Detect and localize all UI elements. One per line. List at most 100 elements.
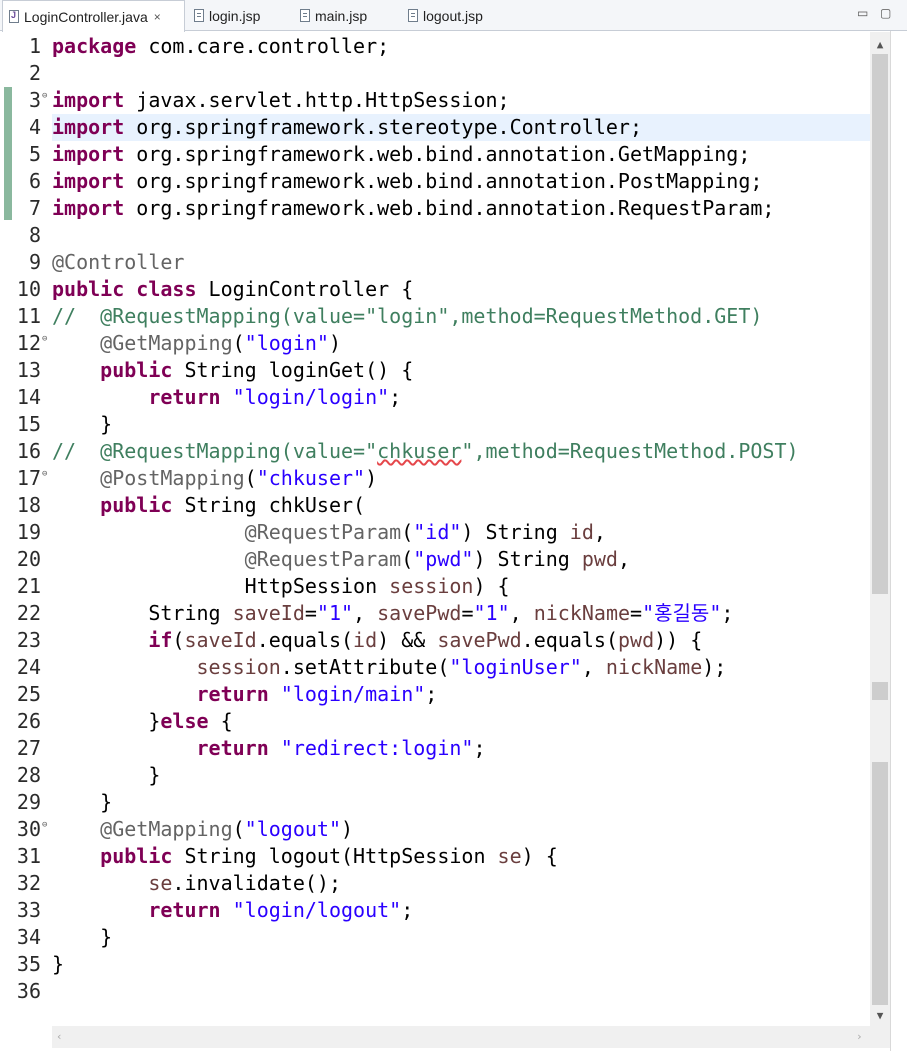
line-number: 17	[16, 466, 41, 490]
code-token: @RequestParam	[244, 520, 402, 544]
code-line[interactable]: @PostMapping("chkuser")	[52, 465, 870, 492]
code-token: ;	[425, 682, 438, 706]
code-token: (	[244, 466, 257, 490]
code-line[interactable]: }	[52, 411, 870, 438]
code-token: )	[365, 466, 378, 490]
code-line[interactable]: session.setAttribute("loginUser", nickNa…	[52, 654, 870, 681]
code-token: }	[52, 709, 161, 733]
code-token: com.care.controller;	[136, 34, 390, 58]
fold-toggle-icon[interactable]: ⊖	[42, 469, 47, 479]
code-line[interactable]: import org.springframework.web.bind.anno…	[52, 168, 870, 195]
tab-main-jsp[interactable]: main.jsp	[294, 0, 402, 31]
tab-logout-jsp[interactable]: logout.jsp	[402, 0, 512, 31]
code-line[interactable]: }	[52, 924, 870, 951]
code-token: pwd	[581, 547, 618, 571]
code-line[interactable]: return "redirect:login";	[52, 735, 870, 762]
code-line[interactable]: }	[52, 762, 870, 789]
code-token: savePwd	[437, 628, 522, 652]
fold-toggle-icon[interactable]: ⊖	[42, 91, 47, 101]
code-token: ) String	[473, 547, 582, 571]
code-line[interactable]	[52, 60, 870, 87]
line-number: 4	[28, 115, 41, 139]
maximize-icon[interactable]: ▢	[880, 6, 891, 20]
code-line[interactable]: import org.springframework.web.bind.anno…	[52, 141, 870, 168]
code-line[interactable]: @Controller	[52, 249, 870, 276]
code-token: chkuser	[377, 439, 462, 463]
close-icon[interactable]: ×	[154, 10, 161, 24]
code-line[interactable]: public String loginGet() {	[52, 357, 870, 384]
code-line[interactable]: se.invalidate();	[52, 870, 870, 897]
line-number: 2	[28, 61, 41, 85]
code-line[interactable]: return "login/login";	[52, 384, 870, 411]
code-token: @RequestParam	[244, 547, 402, 571]
code-line[interactable]: return "login/logout";	[52, 897, 870, 924]
code-line[interactable]: }else {	[52, 708, 870, 735]
code-token: se	[497, 844, 522, 868]
code-line[interactable]: package com.care.controller;	[52, 33, 870, 60]
code-line[interactable]: public String chkUser(	[52, 492, 870, 519]
overview-ruler	[890, 31, 907, 1051]
code-line[interactable]: return "login/main";	[52, 681, 870, 708]
line-number: 9	[28, 250, 41, 274]
minimize-icon[interactable]: ▭	[857, 6, 868, 20]
code-token: session	[389, 574, 474, 598]
tab-logincontroller-java[interactable]: LoginController.java ×	[2, 0, 185, 32]
code-line[interactable]: String saveId="1", savePwd="1", nickName…	[52, 600, 870, 627]
vertical-scrollbar[interactable]: ▲ ▼	[870, 32, 890, 1026]
scroll-thumb[interactable]	[872, 54, 888, 594]
code-token: import	[52, 196, 125, 220]
code-line[interactable]: }	[52, 789, 870, 816]
code-token: ",method=RequestMethod.POST)	[461, 439, 799, 463]
code-line[interactable]: @RequestParam("id") String id,	[52, 519, 870, 546]
code-line[interactable]: HttpSession session) {	[52, 573, 870, 600]
code-line[interactable]: @RequestParam("pwd") String pwd,	[52, 546, 870, 573]
code-token: return	[148, 385, 221, 409]
code-editor[interactable]: package com.care.controller; import javax…	[52, 32, 870, 1026]
horizontal-scrollbar[interactable]: ‹ ›	[52, 1026, 870, 1048]
fold-toggle-icon[interactable]: ⊖	[42, 334, 47, 344]
fold-toggle-icon[interactable]: ⊖	[42, 820, 47, 830]
scroll-right-icon[interactable]: ›	[856, 1030, 863, 1043]
scroll-down-icon[interactable]: ▼	[870, 1009, 890, 1022]
code-token: String logout(HttpSession	[172, 844, 498, 868]
code-token: org.springframework.web.bind.annotation.…	[124, 169, 763, 193]
line-number: 11	[16, 304, 41, 328]
scroll-position-marker	[872, 682, 888, 700]
line-number: 35	[16, 952, 41, 976]
line-number: 30	[16, 817, 41, 841]
code-line[interactable]: }	[52, 951, 870, 978]
code-line[interactable]: // @RequestMapping(value="login",method=…	[52, 303, 870, 330]
line-number: 13	[16, 358, 41, 382]
line-number-gutter: 1 2 3 ⊖ 4 5 6 7 8 9 10 11 12 ⊖ 13 14 15 16 17 ⊖ 18 19 20 21 22 23…	[0, 32, 52, 1026]
code-line[interactable]: // @RequestMapping(value="chkuser",metho…	[52, 438, 870, 465]
code-line[interactable]: public class LoginController {	[52, 276, 870, 303]
code-line[interactable]	[52, 978, 870, 1005]
code-line[interactable]: @GetMapping("logout")	[52, 816, 870, 843]
tab-label: LoginController.java	[24, 8, 148, 25]
scroll-left-icon[interactable]: ‹	[56, 1030, 63, 1043]
code-token: public	[100, 358, 173, 382]
line-number: 8	[28, 223, 41, 247]
tab-login-jsp[interactable]: login.jsp	[188, 0, 293, 31]
code-token: =	[461, 601, 474, 625]
code-line[interactable]: import org.springframework.stereotype.Co…	[52, 114, 870, 141]
scroll-up-icon[interactable]: ▲	[870, 38, 890, 51]
code-token: =	[304, 601, 317, 625]
code-token: ,	[617, 547, 631, 571]
code-line[interactable]: if(saveId.equals(id) && savePwd.equals(p…	[52, 627, 870, 654]
code-token: class	[136, 277, 197, 301]
code-line[interactable]: @GetMapping("login")	[52, 330, 870, 357]
code-line[interactable]: public String logout(HttpSession se) {	[52, 843, 870, 870]
code-token: // @RequestMapping(value="login",method=…	[52, 304, 763, 328]
code-line[interactable]: import javax.servlet.http.HttpSession;	[52, 87, 870, 114]
code-line[interactable]	[52, 222, 870, 249]
code-line[interactable]: import org.springframework.web.bind.anno…	[52, 195, 870, 222]
